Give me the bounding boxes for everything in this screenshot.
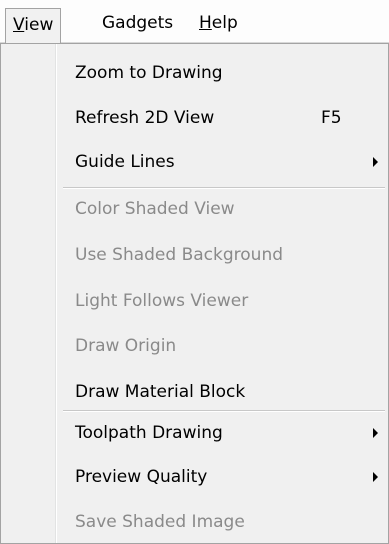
menu-bar: View Gadgets Help <box>0 0 389 44</box>
menu-item-label: Toolpath Drawing <box>75 423 223 443</box>
menu-item-draw-origin[interactable]: Draw Origin <box>1 328 388 364</box>
view-dropdown-menu: Zoom to Drawing Refresh 2D View F5 Guide… <box>0 43 389 544</box>
menu-item-preview-quality[interactable]: Preview Quality <box>1 459 388 495</box>
menu-item-label: Refresh 2D View <box>75 108 215 128</box>
menu-item-draw-material-block[interactable]: Draw Material Block <box>1 374 388 410</box>
menu-gadgets[interactable]: Gadgets <box>102 10 173 36</box>
submenu-arrow-icon <box>373 157 378 167</box>
menu-help-mnemonic: H <box>199 13 212 33</box>
menu-item-guide-lines[interactable]: Guide Lines <box>1 144 388 180</box>
menu-item-label: Color Shaded View <box>75 199 235 219</box>
menu-separator <box>63 187 385 189</box>
menu-item-color-shaded-view[interactable]: Color Shaded View <box>1 191 388 227</box>
menu-view[interactable]: View <box>5 8 62 44</box>
menu-item-label: Zoom to Drawing <box>75 63 223 83</box>
menu-item-label: Guide Lines <box>75 152 175 172</box>
menu-item-label: Draw Material Block <box>75 382 246 402</box>
menu-view-mnemonic: V <box>13 15 25 35</box>
menu-item-zoom-to-drawing[interactable]: Zoom to Drawing <box>1 55 388 91</box>
menu-help-label-rest: elp <box>211 13 238 33</box>
menu-item-label: Preview Quality <box>75 467 208 487</box>
menu-item-label: Save Shaded Image <box>75 512 245 532</box>
menu-view-label-rest: iew <box>24 15 54 35</box>
menu-separator <box>63 410 385 412</box>
menu-item-light-follows-viewer[interactable]: Light Follows Viewer <box>1 283 388 319</box>
submenu-arrow-icon <box>373 428 378 438</box>
menu-item-toolpath-drawing[interactable]: Toolpath Drawing <box>1 415 388 451</box>
shortcut-label: F5 <box>321 108 342 128</box>
menu-item-use-shaded-background[interactable]: Use Shaded Background <box>1 237 388 273</box>
menu-item-label: Light Follows Viewer <box>75 291 249 311</box>
submenu-arrow-icon <box>373 472 378 482</box>
menu-item-refresh-2d-view[interactable]: Refresh 2D View F5 <box>1 100 388 136</box>
menu-item-save-shaded-image[interactable]: Save Shaded Image <box>1 504 388 540</box>
menu-gadgets-label: Gadgets <box>102 13 174 33</box>
menu-item-label: Use Shaded Background <box>75 245 284 265</box>
menu-help[interactable]: Help <box>199 10 238 36</box>
menu-item-label: Draw Origin <box>75 336 177 356</box>
